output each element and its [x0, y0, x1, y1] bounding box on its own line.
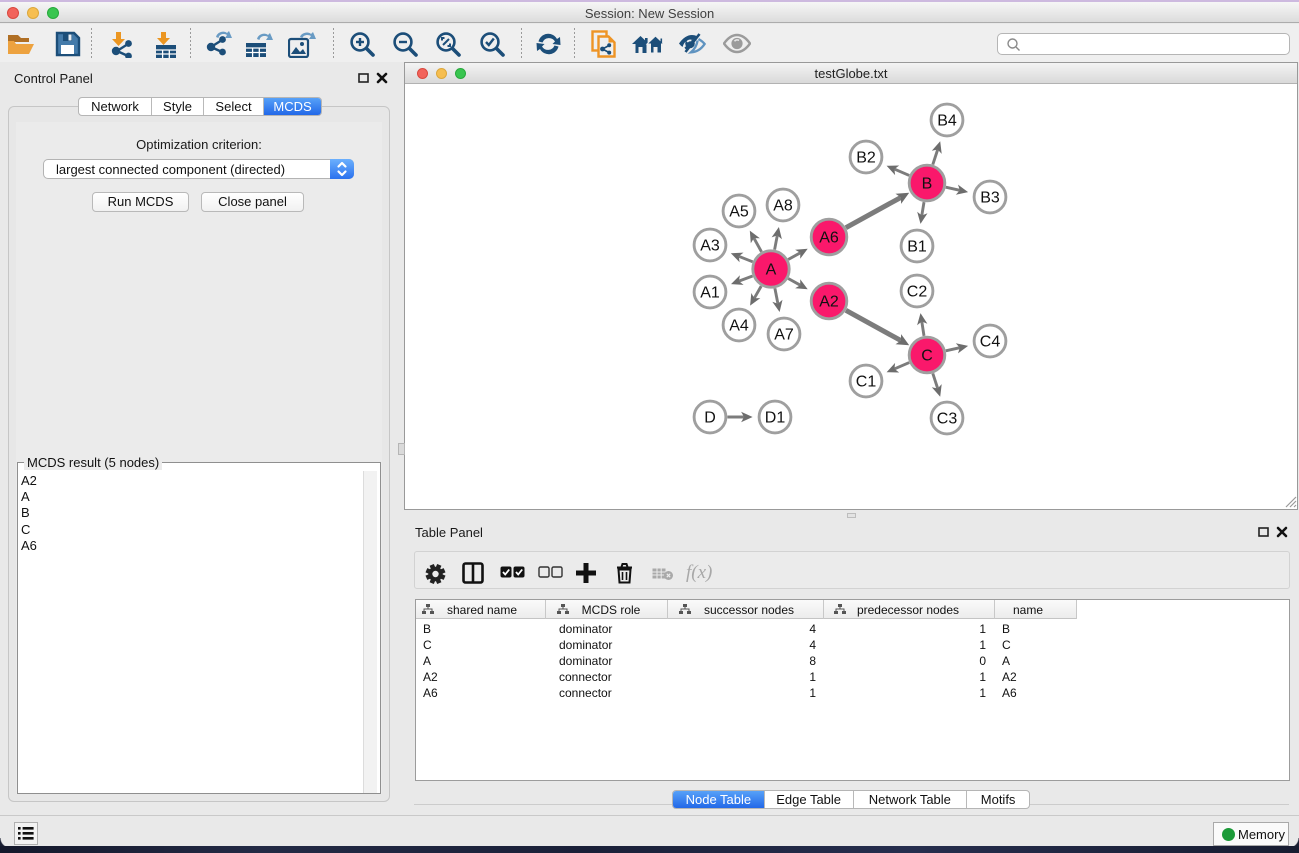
svg-text:B1: B1: [907, 239, 927, 256]
svg-text:A4: A4: [729, 318, 749, 335]
svg-text:D1: D1: [765, 410, 786, 427]
svg-text:A3: A3: [700, 238, 720, 255]
svg-text:A5: A5: [729, 204, 749, 221]
svg-text:B2: B2: [856, 150, 876, 167]
svg-text:A7: A7: [774, 327, 794, 344]
svg-text:D: D: [704, 410, 716, 427]
svg-text:A8: A8: [773, 198, 793, 215]
svg-text:B4: B4: [937, 113, 957, 130]
svg-text:C1: C1: [856, 374, 877, 391]
svg-text:A2: A2: [819, 294, 839, 311]
svg-text:A: A: [766, 262, 777, 279]
svg-text:C3: C3: [937, 411, 958, 428]
svg-text:A6: A6: [819, 230, 839, 247]
svg-text:B3: B3: [980, 190, 1000, 207]
svg-text:C: C: [921, 348, 933, 365]
svg-text:A1: A1: [700, 285, 720, 302]
svg-text:C2: C2: [907, 284, 928, 301]
svg-text:B: B: [922, 176, 933, 193]
svg-text:C4: C4: [980, 334, 1001, 351]
